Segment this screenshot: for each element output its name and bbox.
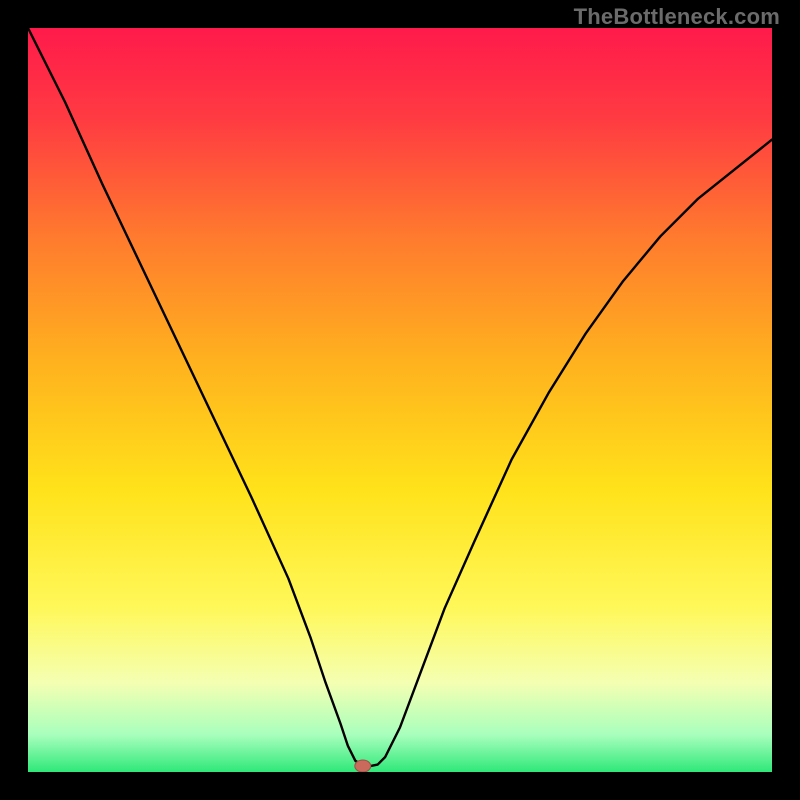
- optimal-marker: [355, 760, 371, 772]
- chart-background: [28, 28, 772, 772]
- chart-frame: TheBottleneck.com: [0, 0, 800, 800]
- watermark-text: TheBottleneck.com: [574, 4, 780, 30]
- bottleneck-chart: [28, 28, 772, 772]
